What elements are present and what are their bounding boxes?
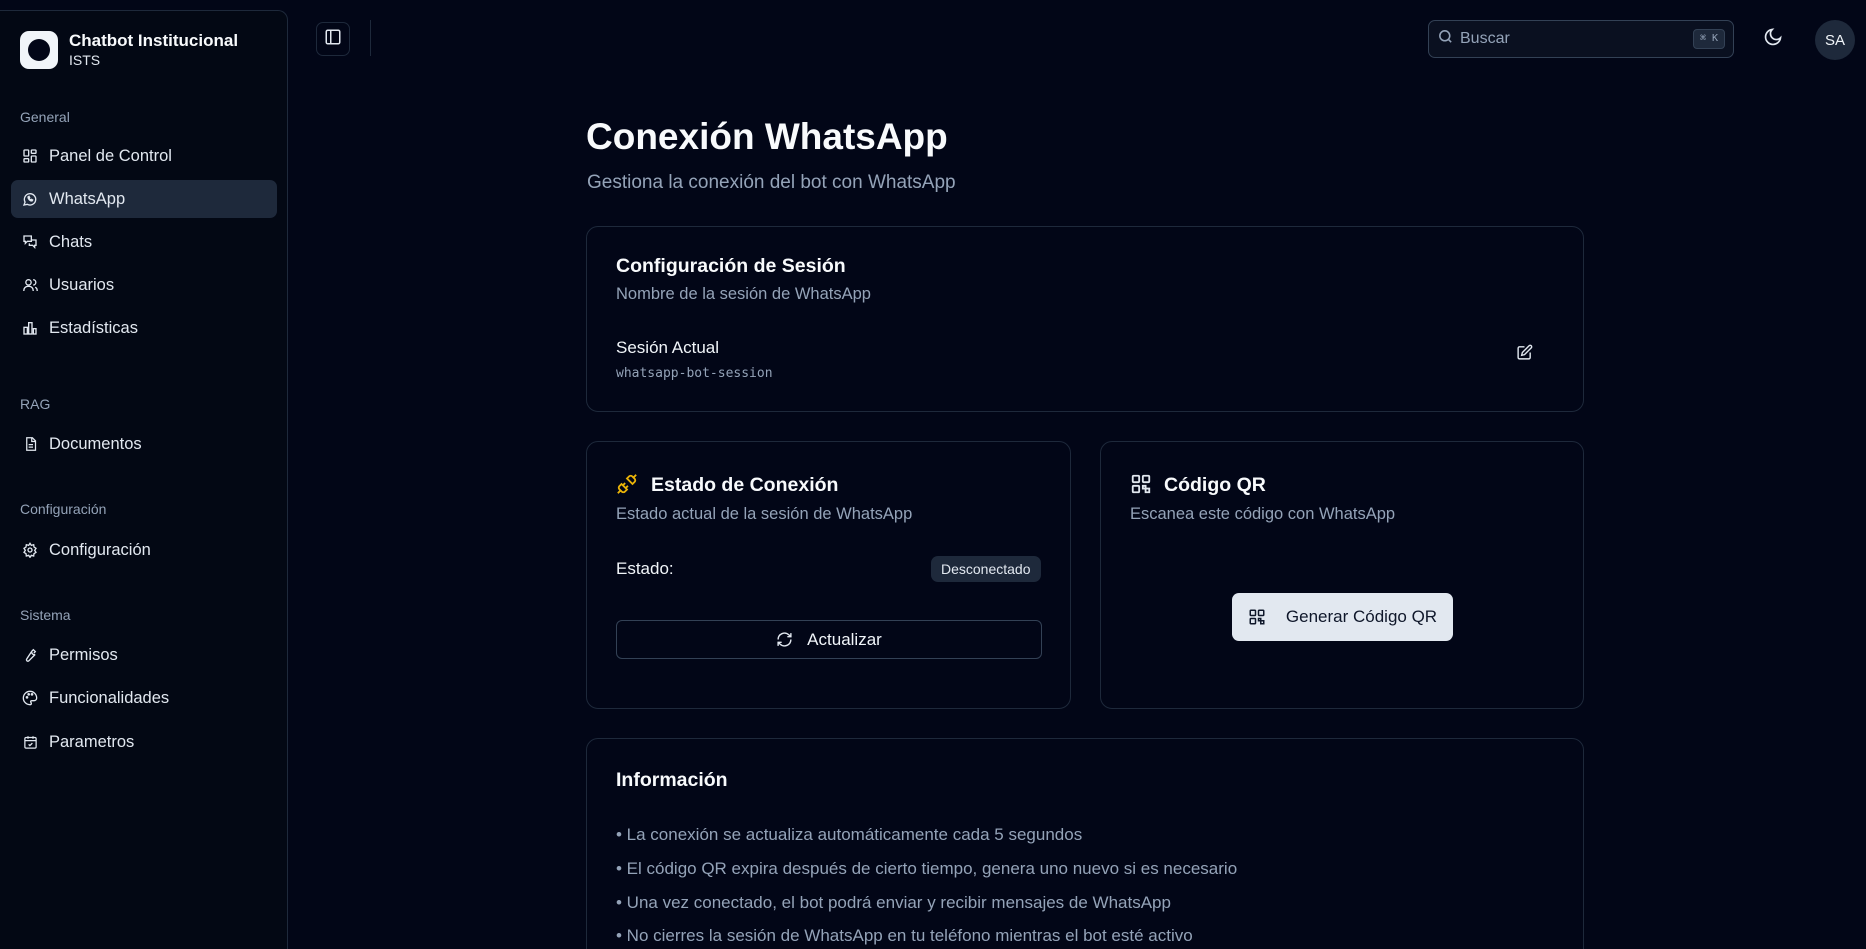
info-line: • No cierres la sesión de WhatsApp en tu… bbox=[616, 926, 1193, 945]
group-label-general: General bbox=[20, 109, 70, 125]
sidebar-item-label: Permisos bbox=[49, 645, 118, 664]
brand-title: Chatbot Institucional bbox=[69, 31, 239, 50]
sidebar-item-label: Usuarios bbox=[49, 275, 115, 294]
info-line: • La conexión se actualiza automáticamen… bbox=[616, 825, 1083, 844]
panel-left-icon bbox=[324, 28, 342, 51]
info-line: • El código QR expira después de cierto … bbox=[616, 859, 1238, 878]
palette-icon bbox=[21, 689, 39, 707]
session-card: Configuración de Sesión Nombre de la ses… bbox=[586, 226, 1584, 412]
refresh-button-label: Actualizar bbox=[807, 629, 882, 649]
topbar-divider bbox=[370, 20, 371, 56]
session-field-label: Sesión Actual bbox=[616, 338, 720, 357]
theme-toggle-button[interactable] bbox=[1760, 26, 1786, 52]
sidebar-item-label: WhatsApp bbox=[49, 189, 126, 208]
generate-qr-button-label: Generar Código QR bbox=[1285, 607, 1438, 626]
page-title: Conexión WhatsApp bbox=[586, 116, 948, 157]
group-label-configuracion: Configuración bbox=[20, 501, 107, 517]
edit-icon bbox=[1516, 344, 1533, 366]
sidebar-item-parametros[interactable]: Parametros bbox=[11, 723, 277, 761]
search-shortcut: ⌘ K bbox=[1692, 29, 1725, 49]
group-label-rag: RAG bbox=[20, 396, 51, 412]
sidebar-item-label: Funcionalidades bbox=[49, 688, 170, 707]
status-badge: Desconectado bbox=[931, 556, 1041, 582]
session-card-title: Configuración de Sesión bbox=[616, 255, 846, 277]
sidebar-item-label: Chats bbox=[49, 232, 93, 251]
sidebar-item-whatsapp[interactable]: WhatsApp bbox=[11, 180, 277, 218]
status-card-description: Estado actual de la sesión de WhatsApp bbox=[616, 505, 913, 523]
qr-card-description: Escanea este código con WhatsApp bbox=[1130, 505, 1396, 523]
session-card-description: Nombre de la sesión de WhatsApp bbox=[616, 285, 871, 303]
search-input[interactable]: Buscar ⌘ K bbox=[1428, 20, 1734, 58]
sidebar-item-estadisticas[interactable]: Estadísticas bbox=[11, 309, 277, 347]
search-icon bbox=[1437, 28, 1454, 50]
sidebar-item-label: Parametros bbox=[49, 732, 135, 751]
status-card: Estado de Conexión Estado actual de la s… bbox=[586, 441, 1071, 709]
dashboard-icon bbox=[21, 147, 39, 165]
sidebar-toggle-button[interactable] bbox=[316, 22, 350, 56]
group-label-sistema: Sistema bbox=[20, 607, 71, 623]
sidebar-item-label: Documentos bbox=[49, 434, 142, 453]
gear-icon bbox=[21, 541, 39, 559]
bar-chart-icon bbox=[21, 319, 39, 337]
qr-code-icon bbox=[1248, 608, 1266, 626]
sidebar-item-label: Estadísticas bbox=[49, 318, 138, 337]
info-line: • Una vez conectado, el bot podrá enviar… bbox=[616, 893, 1171, 912]
sidebar-item-usuarios[interactable]: Usuarios bbox=[11, 266, 277, 304]
sidebar-item-label: Configuración bbox=[49, 540, 151, 559]
qr-card: Código QR Escanea este código con WhatsA… bbox=[1100, 441, 1584, 709]
sidebar-item-panel-de-control[interactable]: Panel de Control bbox=[11, 137, 277, 175]
refresh-icon bbox=[776, 631, 793, 648]
wrench-icon bbox=[21, 646, 39, 664]
avatar[interactable]: SA bbox=[1815, 20, 1855, 60]
refresh-button[interactable]: Actualizar bbox=[616, 620, 1042, 659]
sidebar-item-chats[interactable]: Chats bbox=[11, 223, 277, 261]
page-subtitle: Gestiona la conexión del bot con WhatsAp… bbox=[587, 172, 956, 193]
edit-session-button[interactable] bbox=[1513, 344, 1535, 366]
session-field-value: whatsapp-bot-session bbox=[616, 366, 773, 381]
whatsapp-icon bbox=[21, 190, 39, 208]
sidebar-item-funcionalidades[interactable]: Funcionalidades bbox=[11, 679, 277, 717]
sidebar-item-configuracion[interactable]: Configuración bbox=[11, 531, 277, 569]
chats-icon bbox=[21, 233, 39, 251]
qr-code-icon bbox=[1130, 473, 1152, 500]
document-icon bbox=[21, 435, 39, 453]
sidebar-item-documentos[interactable]: Documentos bbox=[11, 425, 277, 463]
plug-icon bbox=[616, 473, 638, 500]
calendar-check-icon bbox=[21, 733, 39, 751]
status-label: Estado: bbox=[616, 559, 674, 578]
brand-logo bbox=[20, 31, 58, 69]
app-root: Chatbot Institucional ISTS General Panel… bbox=[0, 0, 1866, 949]
sidebar-item-permisos[interactable]: Permisos bbox=[11, 636, 277, 674]
generate-qr-button[interactable]: Generar Código QR bbox=[1232, 593, 1453, 641]
sidebar: Chatbot Institucional ISTS General Panel… bbox=[0, 10, 288, 949]
qr-card-title: Código QR bbox=[1164, 474, 1266, 496]
brand[interactable]: Chatbot Institucional ISTS bbox=[20, 31, 238, 69]
users-icon bbox=[21, 276, 39, 294]
sidebar-item-label: Panel de Control bbox=[49, 146, 172, 165]
moon-icon bbox=[1763, 27, 1783, 52]
search-placeholder: Buscar bbox=[1460, 30, 1510, 47]
brand-subtitle: ISTS bbox=[69, 52, 101, 68]
status-card-title: Estado de Conexión bbox=[651, 474, 839, 496]
info-card-title: Información bbox=[616, 769, 728, 791]
